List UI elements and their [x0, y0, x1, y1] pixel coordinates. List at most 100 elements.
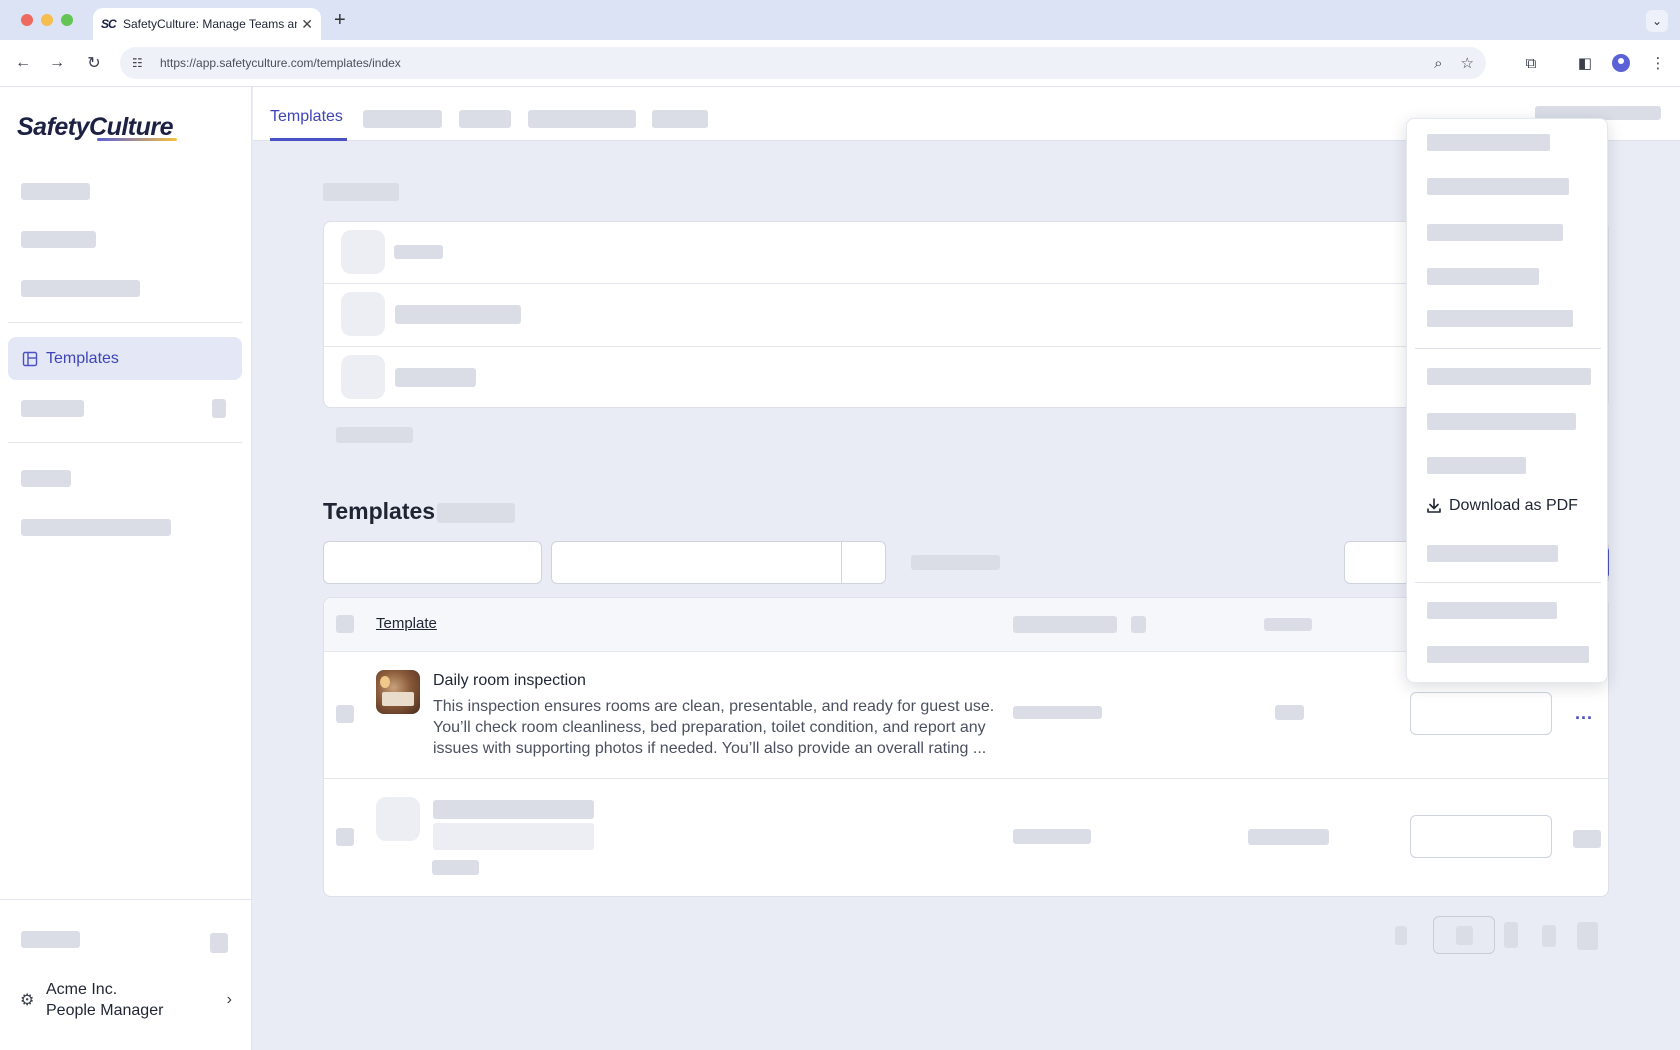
site-settings-icon[interactable]: ☷ — [132, 56, 148, 70]
extensions-puzzle-icon[interactable]: ⧉ — [1521, 53, 1541, 73]
active-tab-indicator — [270, 138, 347, 141]
sidebar-item-placeholder[interactable] — [21, 280, 140, 297]
org-info: Acme Inc. People Manager — [46, 979, 227, 1021]
browser-tab-bar: SC SafetyCulture: Manage Teams and... ✕ … — [0, 0, 1680, 40]
filter-link-placeholder[interactable] — [911, 555, 1000, 570]
org-name: Acme Inc. — [46, 981, 118, 998]
select-all-checkbox[interactable] — [336, 615, 354, 633]
item-avatar-placeholder — [341, 292, 385, 336]
tab-templates[interactable]: Templates — [270, 108, 343, 126]
menu-item-placeholder[interactable] — [1427, 545, 1558, 562]
more-options-button[interactable]: ... — [1575, 703, 1593, 724]
row-checkbox[interactable] — [336, 705, 354, 723]
item-text-placeholder[interactable] — [395, 305, 521, 324]
sidebar-item-templates[interactable]: Templates — [8, 337, 242, 380]
tab-placeholder[interactable] — [652, 110, 708, 128]
sidebar-item-placeholder[interactable] — [21, 183, 90, 200]
row-action-button[interactable] — [1410, 815, 1552, 858]
tab-search-chevron-icon[interactable]: ⌄ — [1646, 10, 1668, 32]
column-header-placeholder[interactable] — [1264, 618, 1312, 631]
more-options-placeholder[interactable] — [1573, 830, 1601, 848]
sidebar-item-placeholder[interactable] — [21, 931, 80, 948]
reload-icon[interactable]: ↻ — [83, 52, 105, 74]
safetyculture-favicon-icon: SC — [101, 17, 117, 31]
profile-avatar-icon[interactable] — [1612, 54, 1630, 72]
zoom-icon[interactable]: ⌕ — [1434, 55, 1442, 72]
template-title-placeholder[interactable] — [433, 800, 594, 819]
menu-item-placeholder[interactable] — [1427, 646, 1589, 663]
cell-placeholder — [1013, 706, 1102, 719]
window-maximize-button[interactable] — [61, 14, 73, 26]
forward-arrow-icon[interactable]: → — [46, 52, 68, 74]
menu-item-placeholder[interactable] — [1427, 224, 1563, 241]
templates-count-placeholder — [437, 503, 515, 523]
search-input[interactable] — [323, 541, 542, 584]
item-avatar-placeholder — [341, 230, 385, 274]
tab-placeholder[interactable] — [363, 110, 442, 128]
chevron-right-icon: › — [226, 991, 232, 1008]
row-divider — [324, 778, 1610, 779]
item-text-placeholder[interactable] — [395, 368, 476, 387]
menu-item-placeholder[interactable] — [1427, 602, 1557, 619]
menu-item-placeholder[interactable] — [1427, 413, 1576, 430]
sidebar-item-placeholder[interactable] — [21, 400, 84, 417]
sidebar-item-badge-placeholder — [212, 399, 226, 418]
menu-item-placeholder[interactable] — [1427, 368, 1591, 385]
cell-placeholder — [1275, 705, 1304, 720]
window-minimize-button[interactable] — [41, 14, 53, 26]
template-title[interactable]: Daily room inspection — [433, 672, 586, 690]
organization-switcher[interactable]: ⚙ Acme Inc. People Manager › — [20, 977, 232, 1023]
column-header-template[interactable]: Template — [376, 615, 437, 632]
column-header-placeholder[interactable] — [1013, 616, 1117, 633]
pagination-next[interactable] — [1577, 922, 1598, 950]
tab-placeholder[interactable] — [528, 110, 636, 128]
pagination-page[interactable] — [1504, 922, 1518, 948]
item-text-placeholder[interactable] — [394, 245, 443, 259]
cell-placeholder — [1013, 829, 1091, 844]
templates-section-title: Templates — [323, 498, 436, 524]
browser-menu-icon[interactable]: ⋮ — [1648, 53, 1668, 73]
row-checkbox[interactable] — [336, 828, 354, 846]
sidebar-divider — [0, 899, 252, 900]
back-arrow-icon[interactable]: ← — [12, 52, 34, 74]
template-meta-placeholder — [432, 860, 479, 875]
menu-item-placeholder[interactable] — [1427, 457, 1526, 474]
window-close-button[interactable] — [21, 14, 33, 26]
pagination-current-page[interactable] — [1433, 916, 1495, 954]
item-avatar-placeholder — [341, 355, 385, 399]
bookmark-star-icon[interactable]: ☆ — [1461, 54, 1474, 72]
sort-icon-placeholder[interactable] — [1131, 616, 1146, 633]
template-thumbnail-placeholder — [376, 797, 420, 841]
tab-placeholder[interactable] — [459, 110, 511, 128]
sidebar-divider — [8, 442, 242, 443]
section-heading-placeholder — [323, 183, 399, 201]
template-description: This inspection ensures rooms are clean,… — [433, 698, 995, 757]
menu-item-placeholder[interactable] — [1427, 178, 1569, 195]
sidebar-item-placeholder[interactable] — [21, 519, 171, 536]
sidebar-item-placeholder[interactable] — [21, 470, 71, 487]
new-tab-button[interactable]: + — [334, 9, 346, 32]
pagination-page[interactable] — [1542, 925, 1556, 947]
page-number-placeholder — [1456, 926, 1473, 945]
org-role: People Manager — [46, 1002, 164, 1019]
download-as-pdf-label: Download as PDF — [1449, 497, 1578, 514]
menu-item-placeholder[interactable] — [1427, 268, 1539, 285]
view-all-link-placeholder[interactable] — [336, 427, 413, 443]
side-panel-icon[interactable]: ◧ — [1575, 53, 1595, 73]
browser-tab[interactable]: SC SafetyCulture: Manage Teams and... ✕ — [93, 8, 321, 40]
pagination-prev[interactable] — [1395, 926, 1407, 945]
download-icon — [1427, 498, 1441, 513]
close-tab-icon[interactable]: ✕ — [301, 16, 313, 33]
menu-item-placeholder[interactable] — [1427, 310, 1573, 327]
row-action-button[interactable] — [1410, 692, 1552, 735]
sidebar: SafetyCulture Templates ⚙ Acme Inc. Peop… — [0, 87, 252, 1050]
url-text: https://app.safetyculture.com/templates/… — [160, 56, 401, 70]
download-as-pdf-menu-item[interactable]: Download as PDF — [1425, 497, 1578, 515]
sidebar-divider — [8, 322, 242, 323]
address-bar[interactable]: ☷ https://app.safetyculture.com/template… — [120, 47, 1486, 79]
filter-select[interactable] — [551, 541, 886, 584]
menu-item-placeholder[interactable] — [1427, 134, 1550, 151]
sidebar-item-placeholder[interactable] — [21, 231, 96, 248]
template-actions-menu: Download as PDF — [1406, 118, 1608, 683]
template-thumbnail — [376, 670, 420, 714]
